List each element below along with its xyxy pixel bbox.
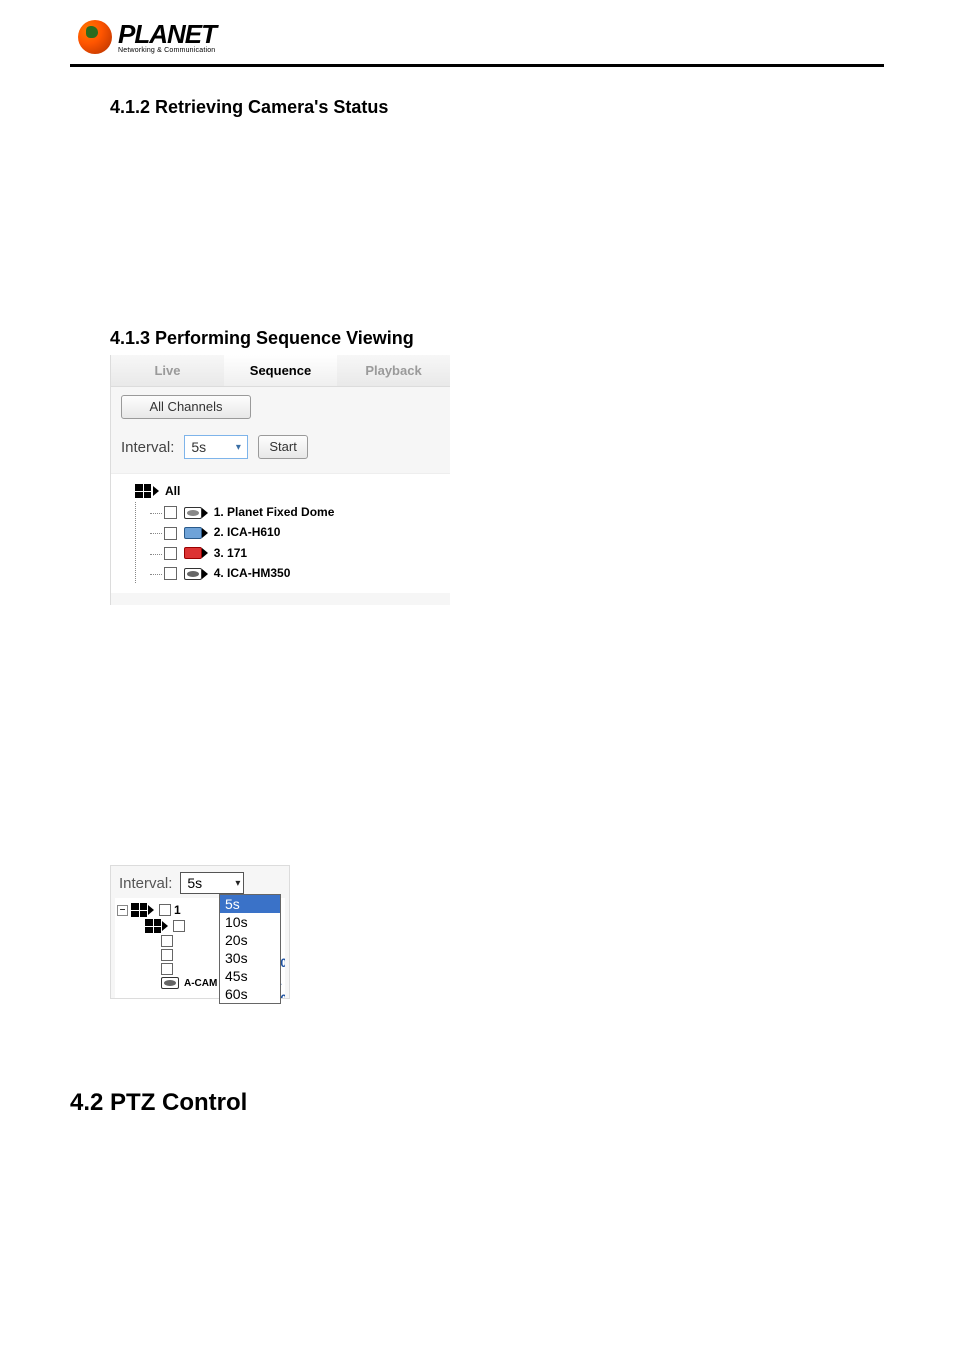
camera-dome-icon <box>184 568 202 580</box>
interval-option[interactable]: 20s <box>220 931 280 949</box>
checkbox[interactable] <box>164 527 177 540</box>
checkbox[interactable] <box>173 920 185 932</box>
camera-ptz-icon <box>184 547 202 559</box>
interval-option[interactable]: 5s <box>220 895 280 913</box>
checkbox[interactable] <box>164 547 177 560</box>
tab-live[interactable]: Live <box>111 355 224 386</box>
tab-sequence[interactable]: Sequence <box>224 355 337 386</box>
checkbox[interactable] <box>161 949 173 961</box>
interval-select-value: 5s <box>187 875 202 891</box>
tree-item-label: 2. ICA-H610 <box>214 525 281 539</box>
tree-item[interactable]: 1. Planet Fixed Dome <box>150 502 440 522</box>
tree-node-label: 1 <box>174 903 181 917</box>
sequence-panel: Live Sequence Playback All Channels Inte… <box>110 355 450 605</box>
tree-item[interactable]: 2. ICA-H610 <box>150 522 440 542</box>
interval-label: Interval: <box>119 875 172 892</box>
checkbox[interactable] <box>159 904 171 916</box>
checkbox[interactable] <box>164 567 177 580</box>
view-tabs: Live Sequence Playback <box>111 355 450 387</box>
interval-select[interactable]: 5s ▾ <box>180 872 244 894</box>
all-channels-button[interactable]: All Channels <box>121 395 251 419</box>
arrow-right-icon <box>202 528 208 538</box>
grid-icon <box>135 484 151 498</box>
tree-root-label[interactable]: All <box>165 484 180 498</box>
grid-icon <box>131 903 147 917</box>
interval-option[interactable]: 60s <box>220 985 280 1003</box>
tree-item-label: 1. Planet Fixed Dome <box>214 505 335 519</box>
tree-partial-label: A-CAM <box>184 978 217 989</box>
logo-tagline: Networking & Communication <box>118 47 216 54</box>
start-button[interactable]: Start <box>258 435 307 459</box>
heading-4-1-3: 4.1.3 Performing Sequence Viewing <box>110 328 884 349</box>
chevron-down-icon: ▾ <box>231 440 245 454</box>
interval-select-value: 5s <box>191 439 206 455</box>
camera-box-icon <box>184 527 202 539</box>
arrow-right-icon <box>153 486 159 496</box>
tree-item[interactable]: 3. 171 <box>150 543 440 563</box>
interval-dropdown-panel: Interval: 5s ▾ 5s 10s 20s 30s 45s 60s – … <box>110 865 290 999</box>
tree-item-label: 3. 171 <box>214 546 247 560</box>
interval-dropdown-list[interactable]: 5s 10s 20s 30s 45s 60s <box>219 894 281 1004</box>
collapse-icon[interactable]: – <box>117 905 128 916</box>
camera-dome-icon <box>184 507 202 519</box>
checkbox[interactable] <box>164 506 177 519</box>
tab-playback[interactable]: Playback <box>337 355 450 386</box>
camera-dome-icon <box>161 977 179 989</box>
tree-item[interactable]: 4. ICA-HM350 <box>150 563 440 583</box>
arrow-right-icon <box>148 905 154 915</box>
arrow-right-icon <box>162 921 168 931</box>
logo-globe-icon <box>78 20 112 54</box>
caret-down-icon: ▾ <box>235 878 240 889</box>
arrow-right-icon <box>202 508 208 518</box>
checkbox[interactable] <box>161 935 173 947</box>
heading-4-2: 4.2 PTZ Control <box>70 1089 884 1117</box>
interval-option[interactable]: 10s <box>220 913 280 931</box>
interval-option[interactable]: 45s <box>220 967 280 985</box>
heading-4-1-2: 4.1.2 Retrieving Camera's Status <box>110 97 884 118</box>
checkbox[interactable] <box>161 963 173 975</box>
grid-icon <box>145 919 161 933</box>
brand-logo: PLANET Networking & Communication <box>78 20 884 54</box>
arrow-right-icon <box>202 548 208 558</box>
header-divider <box>70 64 884 67</box>
interval-select[interactable]: 5s ▾ <box>184 435 248 459</box>
arrow-right-icon <box>202 569 208 579</box>
interval-label: Interval: <box>121 439 174 456</box>
channel-tree: All 1. Planet Fixed Dome 2. ICA-H610 3. … <box>111 473 450 593</box>
tree-item-label: 4. ICA-HM350 <box>214 566 291 580</box>
interval-option[interactable]: 30s <box>220 949 280 967</box>
logo-brand-text: PLANET <box>118 21 216 47</box>
